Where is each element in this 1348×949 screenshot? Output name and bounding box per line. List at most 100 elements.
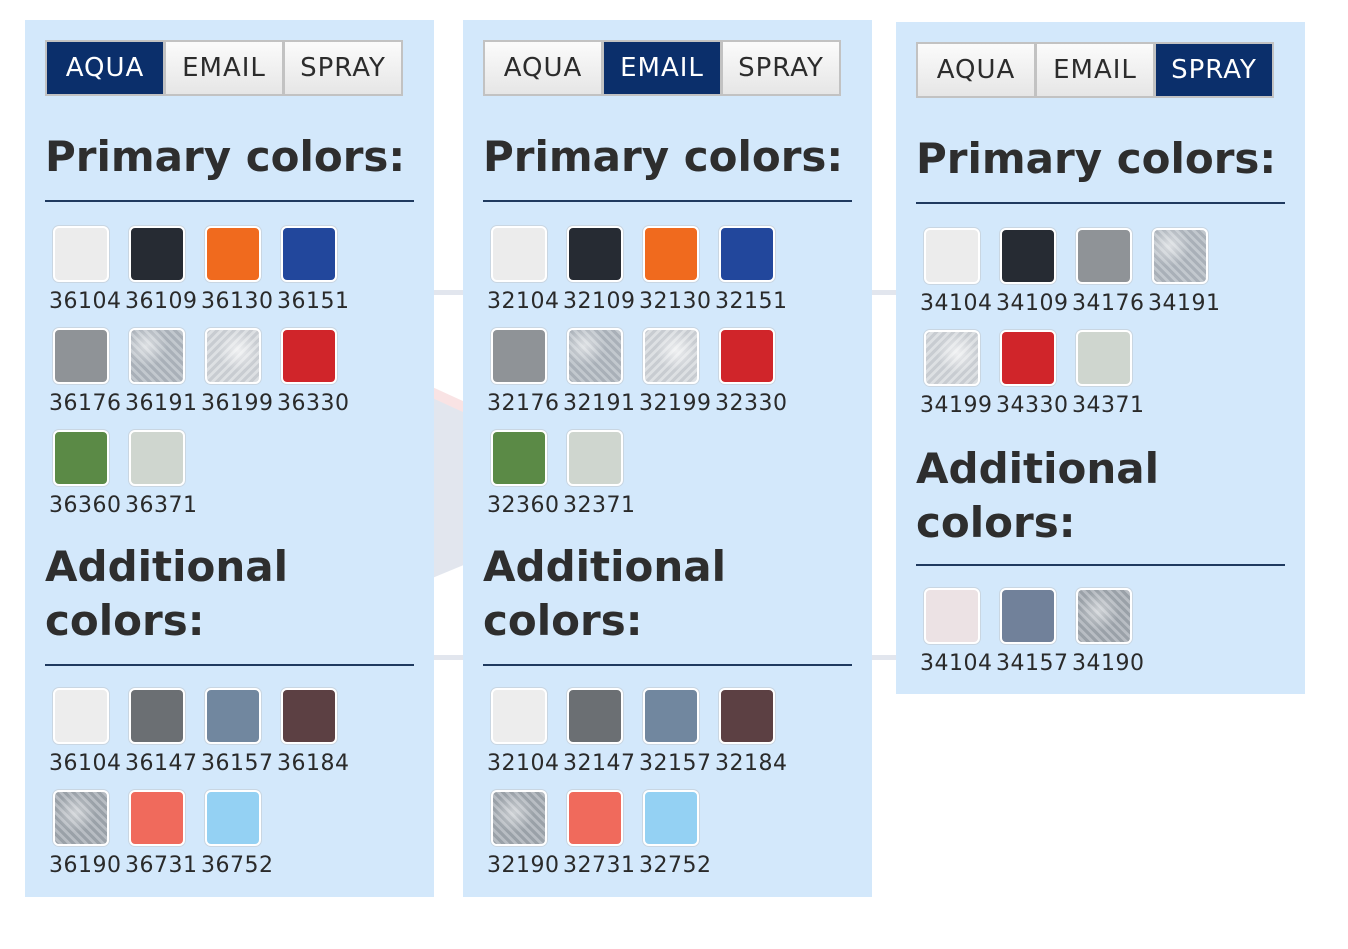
color-swatch[interactable]: 34104: [920, 586, 996, 688]
color-swatch[interactable]: 34190: [1072, 586, 1148, 688]
color-chip: [1152, 228, 1208, 284]
color-swatch[interactable]: 36371: [125, 428, 201, 530]
color-swatch[interactable]: 36104: [49, 686, 125, 788]
color-chip: [491, 688, 547, 744]
color-swatch[interactable]: 36130: [201, 224, 277, 326]
color-code: 34157: [996, 651, 1069, 676]
color-swatch[interactable]: 36731: [125, 788, 201, 890]
color-swatch[interactable]: 32157: [639, 686, 715, 788]
color-chip: [567, 688, 623, 744]
color-code: 32104: [487, 751, 560, 776]
color-code: 36147: [125, 751, 198, 776]
color-swatch[interactable]: 34157: [996, 586, 1072, 688]
tab-email[interactable]: EMAIL: [1035, 42, 1155, 98]
color-swatch[interactable]: 36109: [125, 224, 201, 326]
color-swatch[interactable]: 36191: [125, 326, 201, 428]
color-code: 32191: [563, 391, 636, 416]
color-chip: [129, 328, 185, 384]
tab-aqua[interactable]: AQUA: [45, 40, 165, 96]
color-swatch[interactable]: 32360: [487, 428, 563, 530]
color-swatch[interactable]: 34191: [1148, 226, 1224, 328]
color-swatch[interactable]: 34371: [1072, 328, 1148, 430]
color-swatch[interactable]: 36199: [201, 326, 277, 428]
primary-swatch-grid: 32104 32109 32130 32151 32176 32191 32199 32330…: [487, 224, 791, 530]
additional-swatch-grid: 32104 32147 32157 32184 32190 32731 32752: [487, 686, 791, 890]
tab-aqua[interactable]: AQUA: [916, 42, 1036, 98]
color-chip: [567, 790, 623, 846]
color-swatch[interactable]: 36147: [125, 686, 201, 788]
color-chip: [643, 688, 699, 744]
color-swatch[interactable]: 32151: [715, 224, 791, 326]
tab-spray[interactable]: SPRAY: [721, 40, 841, 96]
divider: [483, 200, 852, 202]
color-swatch[interactable]: 32731: [563, 788, 639, 890]
color-swatch[interactable]: 32104: [487, 686, 563, 788]
color-swatch[interactable]: 36752: [201, 788, 277, 890]
color-chip: [924, 588, 980, 644]
color-code: 36191: [125, 391, 198, 416]
color-swatch[interactable]: 34109: [996, 226, 1072, 328]
paint-panel-spray: AQUA EMAIL SPRAY Primary colors: 34104 34…: [896, 22, 1305, 694]
color-chip: [53, 430, 109, 486]
divider: [483, 664, 852, 666]
tab-aqua[interactable]: AQUA: [483, 40, 603, 96]
color-chip: [567, 328, 623, 384]
color-swatch[interactable]: 34104: [920, 226, 996, 328]
color-swatch[interactable]: 36184: [277, 686, 353, 788]
color-swatch[interactable]: 36176: [49, 326, 125, 428]
tab-email[interactable]: EMAIL: [602, 40, 722, 96]
color-code: 32752: [639, 853, 712, 878]
color-swatch[interactable]: 32199: [639, 326, 715, 428]
color-swatch[interactable]: 32130: [639, 224, 715, 326]
color-swatch[interactable]: 36190: [49, 788, 125, 890]
color-code: 32371: [563, 493, 636, 518]
color-swatch[interactable]: 34176: [1072, 226, 1148, 328]
color-swatch[interactable]: 32752: [639, 788, 715, 890]
color-swatch[interactable]: 36104: [49, 224, 125, 326]
color-chip: [281, 328, 337, 384]
divider: [916, 564, 1285, 566]
color-swatch[interactable]: 34199: [920, 328, 996, 430]
color-code: 32190: [487, 853, 560, 878]
tab-spray[interactable]: SPRAY: [283, 40, 403, 96]
color-chip: [53, 328, 109, 384]
additional-heading-line2: colors:: [45, 596, 205, 645]
color-chip: [719, 328, 775, 384]
color-chip: [491, 328, 547, 384]
color-swatch[interactable]: 32191: [563, 326, 639, 428]
color-chip: [129, 790, 185, 846]
color-chip: [924, 228, 980, 284]
color-swatch[interactable]: 36151: [277, 224, 353, 326]
color-swatch[interactable]: 32176: [487, 326, 563, 428]
color-swatch[interactable]: 32184: [715, 686, 791, 788]
color-swatch[interactable]: 32190: [487, 788, 563, 890]
color-chip: [491, 226, 547, 282]
color-swatch[interactable]: 32330: [715, 326, 791, 428]
color-chip: [567, 430, 623, 486]
color-chip: [129, 226, 185, 282]
color-code: 32199: [639, 391, 712, 416]
tab-spray[interactable]: SPRAY: [1154, 42, 1274, 98]
color-swatch[interactable]: 34330: [996, 328, 1072, 430]
color-swatch[interactable]: 32147: [563, 686, 639, 788]
color-chip: [53, 226, 109, 282]
tab-email[interactable]: EMAIL: [164, 40, 284, 96]
color-swatch[interactable]: 32109: [563, 224, 639, 326]
additional-heading-line2: colors:: [483, 596, 643, 645]
color-code: 36176: [49, 391, 122, 416]
color-swatch[interactable]: 36330: [277, 326, 353, 428]
divider: [45, 664, 414, 666]
color-code: 34176: [1072, 291, 1145, 316]
color-swatch[interactable]: 36157: [201, 686, 277, 788]
color-swatch[interactable]: 32104: [487, 224, 563, 326]
additional-colors-heading: Additional colors:: [45, 540, 288, 648]
color-swatch[interactable]: 32371: [563, 428, 639, 530]
color-code: 36190: [49, 853, 122, 878]
color-swatch[interactable]: 36360: [49, 428, 125, 530]
color-code: 36157: [201, 751, 274, 776]
color-code: 32360: [487, 493, 560, 518]
color-code: 36199: [201, 391, 274, 416]
color-chip: [205, 688, 261, 744]
color-chip: [205, 790, 261, 846]
color-code: 34191: [1148, 291, 1221, 316]
